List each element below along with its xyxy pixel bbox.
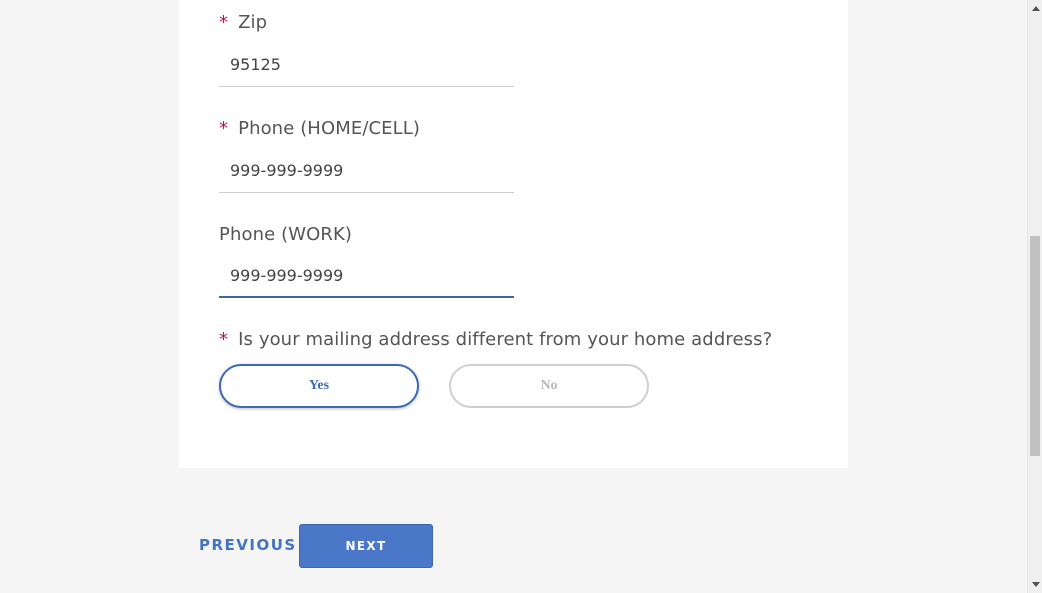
zip-label-text: Zip [238,12,268,33]
phone-home-input[interactable] [219,149,514,193]
zip-label: * Zip [219,12,267,33]
scroll-down-arrow-icon[interactable] [1028,577,1042,592]
required-marker: * [219,12,229,33]
phone-work-label: Phone (WORK) [219,224,352,245]
required-marker: * [219,329,229,350]
phone-home-label: * Phone (HOME/CELL) [219,118,420,139]
next-button-label: NEXT [345,539,387,553]
yes-option-button[interactable]: Yes [219,364,419,408]
phone-work-input[interactable] [219,254,514,298]
mailing-address-question: * Is your mailing address different from … [219,329,772,350]
phone-work-label-text: Phone (WORK) [219,224,353,245]
no-option-button[interactable]: No [449,364,649,408]
yes-option-label: Yes [308,378,330,393]
vertical-scrollbar[interactable] [1027,0,1042,593]
zip-input[interactable] [219,43,514,87]
scrollbar-thumb[interactable] [1030,236,1040,456]
phone-home-label-text: Phone (HOME/CELL) [238,118,421,139]
mailing-address-question-text: Is your mailing address different from y… [238,329,773,350]
required-marker: * [219,118,229,139]
scroll-up-arrow-icon[interactable] [1028,1,1042,16]
previous-button[interactable]: PREVIOUS [199,536,297,554]
next-button[interactable]: NEXT [299,524,433,568]
no-option-label: No [540,378,558,393]
page-viewport: * Zip * Phone (HOME/CELL) Phone (WORK) * Is… [0,0,1042,593]
